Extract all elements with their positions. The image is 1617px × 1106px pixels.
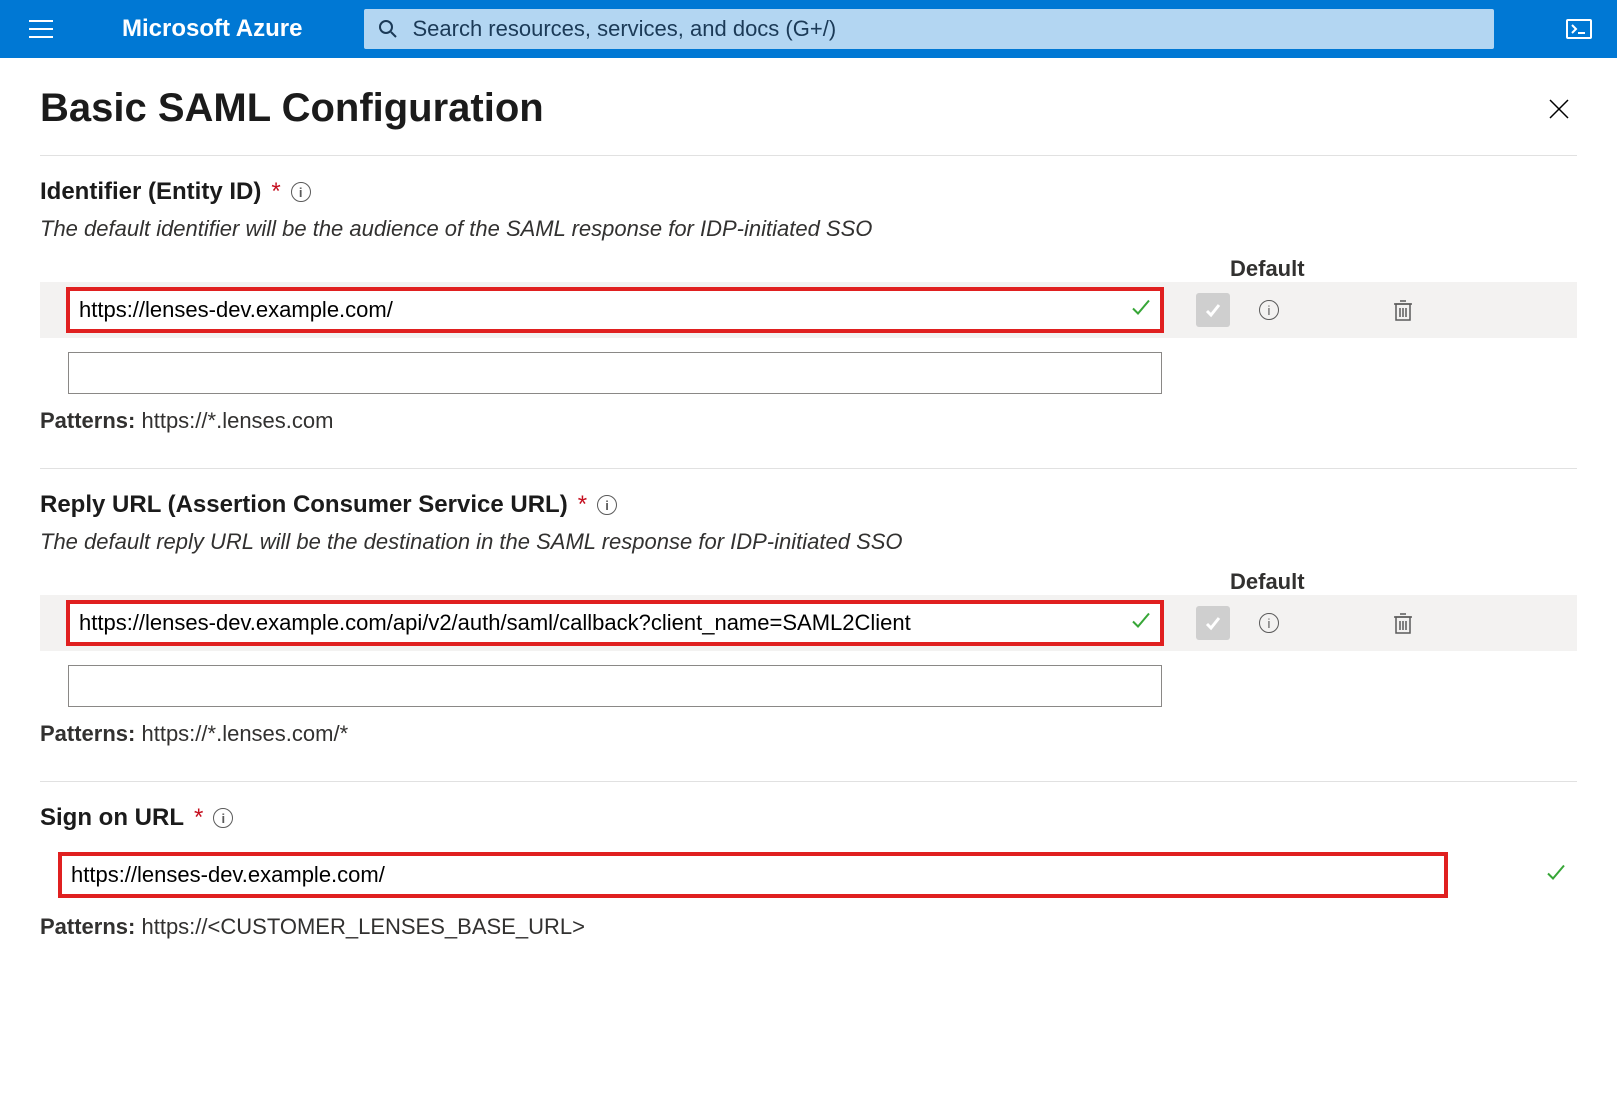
delete-button[interactable] — [1388, 608, 1418, 638]
info-icon[interactable]: i — [597, 495, 617, 515]
saml-config-page: Basic SAML Configuration Identifier (Ent… — [0, 58, 1617, 974]
trash-icon — [1392, 611, 1414, 635]
terminal-icon — [1566, 19, 1592, 39]
reply-url-input[interactable] — [68, 602, 1162, 644]
default-column-header: Default — [40, 256, 1577, 282]
delete-button[interactable] — [1388, 295, 1418, 325]
patterns-value: https://*.lenses.com — [141, 408, 333, 433]
close-icon — [1548, 98, 1570, 120]
reply-url-blank-row — [68, 665, 1577, 707]
default-column-header: Default — [40, 569, 1577, 595]
default-header-label: Default — [1160, 256, 1305, 282]
sign-on-url-input[interactable] — [60, 854, 1446, 896]
reply-url-row: i — [40, 595, 1577, 651]
hamburger-menu-button[interactable] — [22, 10, 60, 48]
cloud-shell-button[interactable] — [1559, 9, 1599, 49]
info-icon[interactable]: i — [213, 808, 233, 828]
azure-header: Microsoft Azure — [0, 0, 1617, 58]
default-toggle[interactable] — [1196, 293, 1230, 327]
default-header-label: Default — [1160, 569, 1305, 595]
identifier-section: Identifier (Entity ID) * i The default i… — [40, 178, 1577, 469]
patterns-value: https://*.lenses.com/* — [141, 721, 348, 746]
sign-on-url-patterns: Patterns: https://<CUSTOMER_LENSES_BASE_… — [40, 914, 1577, 940]
identifier-blank-input[interactable] — [68, 352, 1162, 394]
info-icon: i — [1259, 613, 1279, 633]
page-title: Basic SAML Configuration — [40, 86, 544, 131]
reply-url-label: Reply URL (Assertion Consumer Service UR… — [40, 491, 1577, 519]
close-button[interactable] — [1541, 91, 1577, 127]
check-icon — [1204, 301, 1222, 319]
reply-url-blank-input[interactable] — [68, 665, 1162, 707]
required-star-icon: * — [578, 491, 587, 519]
sign-on-url-section: Sign on URL * i Patterns: https://<CUSTO… — [40, 804, 1577, 974]
info-action-button[interactable]: i — [1254, 295, 1284, 325]
patterns-label: Patterns: — [40, 721, 135, 746]
identifier-label-text: Identifier (Entity ID) — [40, 178, 261, 206]
checkmark-icon — [1545, 862, 1567, 889]
reply-url-patterns: Patterns: https://*.lenses.com/* — [40, 721, 1577, 747]
identifier-row: i — [40, 282, 1577, 338]
patterns-label: Patterns: — [40, 408, 135, 433]
global-search-box[interactable] — [364, 9, 1494, 49]
azure-brand[interactable]: Microsoft Azure — [122, 15, 302, 43]
info-icon: i — [1259, 300, 1279, 320]
identifier-row-actions: i — [1180, 293, 1418, 327]
info-icon[interactable]: i — [291, 182, 311, 202]
required-star-icon: * — [194, 804, 203, 832]
reply-url-description: The default reply URL will be the destin… — [40, 529, 1577, 555]
identifier-description: The default identifier will be the audie… — [40, 216, 1577, 242]
global-search-input[interactable] — [412, 16, 1480, 42]
default-toggle[interactable] — [1196, 606, 1230, 640]
reply-url-section: Reply URL (Assertion Consumer Service UR… — [40, 491, 1577, 782]
check-icon — [1204, 614, 1222, 632]
reply-url-row-actions: i — [1180, 606, 1418, 640]
reply-url-label-text: Reply URL (Assertion Consumer Service UR… — [40, 491, 568, 519]
required-star-icon: * — [271, 178, 280, 206]
search-icon — [378, 19, 398, 39]
trash-icon — [1392, 298, 1414, 322]
identifier-patterns: Patterns: https://*.lenses.com — [40, 408, 1577, 434]
identifier-blank-row — [68, 352, 1577, 394]
identifier-label: Identifier (Entity ID) * i — [40, 178, 1577, 206]
identifier-input[interactable] — [68, 289, 1162, 331]
sign-on-url-label-text: Sign on URL — [40, 804, 184, 832]
sign-on-url-label: Sign on URL * i — [40, 804, 1577, 832]
patterns-label: Patterns: — [40, 914, 135, 939]
page-header: Basic SAML Configuration — [40, 86, 1577, 156]
info-action-button[interactable]: i — [1254, 608, 1284, 638]
patterns-value: https://<CUSTOMER_LENSES_BASE_URL> — [141, 914, 584, 939]
